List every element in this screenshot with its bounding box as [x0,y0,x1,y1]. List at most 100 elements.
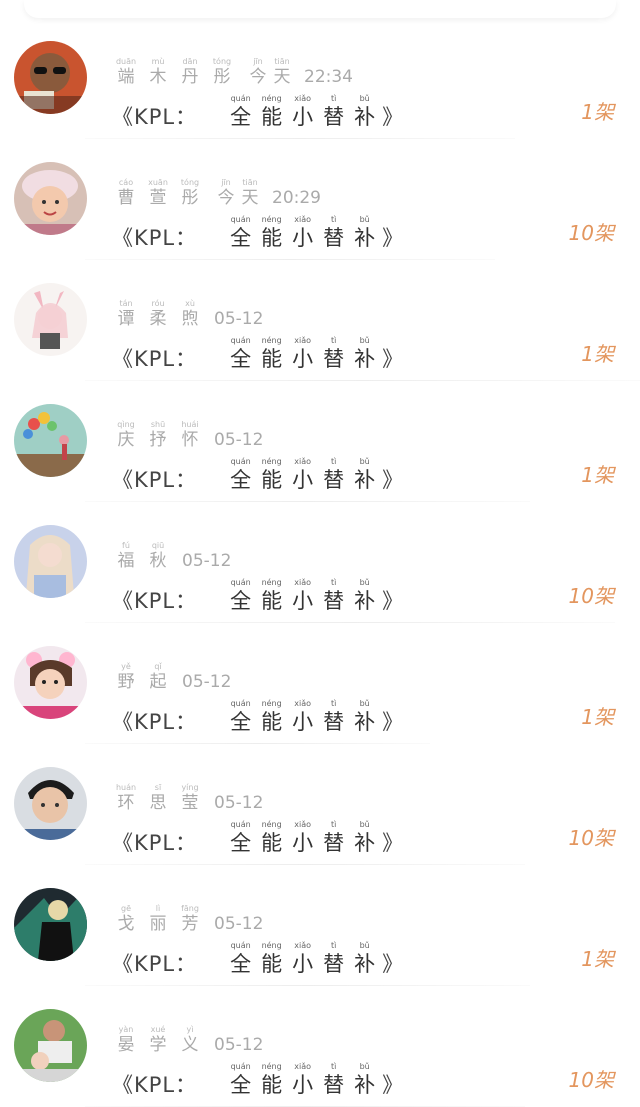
sender-name: huán 环 sī 思 yíng 莹 [110,783,206,814]
name-char: sī 思 [142,783,174,814]
title-char: quán 全 [225,336,256,372]
pinyin: róu [151,299,165,308]
pinyin: quán [230,336,251,345]
title-close: 》 [382,1073,404,1097]
hanzi: 全 [230,468,252,492]
list-item[interactable]: duān 端 mù 木 dān 丹 tóng 彤 jīn 今 tiān 天 22:34 《KPL： quán… [0,18,640,139]
hanzi: 补 [354,831,376,855]
gift-title: 《KPL： quán 全 néng 能 xiǎo 小 tì 替 bǔ 补》 [112,453,403,493]
pinyin: tiān [274,57,290,66]
time-text: 22:34 [304,67,353,87]
avatar-sunglasses[interactable] [14,41,87,114]
sender-meta: huán 环 sī 思 yíng 莹 05-12 [110,774,263,814]
name-char: mù 木 [142,57,174,88]
hanzi: 小 [292,226,314,250]
pinyin: yì [186,1025,194,1034]
hanzi: 庆 [117,430,135,450]
hanzi: 学 [149,1035,167,1055]
pinyin: xiǎo [294,215,312,224]
title-char: quán 全 [225,820,256,856]
name-char: qiū 秋 [142,541,174,572]
title-char: bǔ 补 [349,457,380,493]
hanzi: 全 [230,710,252,734]
hanzi: 补 [354,347,376,371]
title-char: quán 全 [225,457,256,493]
hanzi: 小 [292,589,314,613]
pinyin: quán [230,941,251,950]
avatar-baby-hat[interactable] [14,162,87,235]
timestamp: 05-12 [214,913,263,935]
hanzi: 能 [261,952,283,976]
pinyin: qìng [117,420,135,429]
title-char: néng 能 [256,820,287,856]
hanzi: 小 [292,105,314,129]
list-item[interactable]: yě 野 qǐ 起 05-12 《KPL： quán 全 néng 能 xiǎo 小 tì 替 bǔ 补》 1架 [0,623,640,744]
list-item[interactable]: huán 环 sī 思 yíng 莹 05-12 《KPL： quán 全 néng 能 xiǎo 小 tì… [0,744,640,865]
hanzi: 秋 [149,551,167,571]
hanzi: 曹 [117,188,135,208]
name-char: yíng 莹 [174,783,206,814]
name-char: yì 义 [174,1025,206,1056]
pinyin: gē [121,904,131,913]
name-char: xué 学 [142,1025,174,1056]
avatar-family[interactable] [14,1009,87,1082]
name-char: huái 怀 [174,420,206,451]
list-item[interactable]: yàn 晏 xué 学 yì 义 05-12 《KPL： quán 全 néng 能 xiǎo 小 tì 替 b… [0,986,640,1107]
hanzi: 小 [292,831,314,855]
time-text: 20:29 [272,188,321,208]
timestamp: jīn 今 tiān 天 20:29 [214,178,322,209]
title-char: tì 替 [318,457,349,493]
hanzi: 替 [323,589,345,613]
pinyin: xiǎo [294,578,312,587]
avatar-blonde[interactable] [14,525,87,598]
name-char: lì 丽 [142,904,174,935]
avatar-anime-dark[interactable] [14,888,87,961]
title-char: quán 全 [225,941,256,977]
gift-count: 1架 [581,463,614,487]
pinyin: néng [261,94,282,103]
gift-count: 10架 [568,826,614,850]
pinyin: néng [261,457,282,466]
list-item[interactable]: fú 福 qiū 秋 05-12 《KPL： quán 全 néng 能 xiǎo 小 tì 替 bǔ 补》 1… [0,502,640,623]
title-prefix: 《KPL： [112,710,198,734]
hanzi: 补 [354,468,376,492]
pinyin: néng [261,941,282,950]
avatar-anime-girl[interactable] [14,283,87,356]
hanzi: 天 [241,188,259,208]
gift-count: 1架 [581,705,614,729]
list-item[interactable]: gē 戈 lì 丽 fāng 芳 05-12 《KPL： quán 全 néng 能 xiǎo 小 tì 替 b… [0,865,640,986]
pinyin: xuān [148,178,168,187]
pinyin: bǔ [359,578,370,587]
title-char: xiǎo 小 [287,820,318,856]
hanzi: 义 [181,1035,199,1055]
pinyin: xù [185,299,195,308]
sender-name: gē 戈 lì 丽 fāng 芳 [110,904,206,935]
title-char: bǔ 补 [349,94,380,130]
title-char: quán 全 [225,1062,256,1098]
time-text: 05-12 [182,672,232,692]
pinyin: fú [122,541,130,550]
avatar-balloons[interactable] [14,404,87,477]
name-char: xuān 萱 [142,178,174,209]
title-prefix: 《KPL： [112,589,198,613]
title-char: xiǎo 小 [287,94,318,130]
pinyin: xué [150,1025,166,1034]
list-item[interactable]: qìng 庆 shū 抒 huái 怀 05-12 《KPL： quán 全 néng 能 xiǎo 小 t… [0,381,640,502]
avatar-boy[interactable] [14,767,87,840]
sender-name: duān 端 mù 木 dān 丹 tóng 彤 [110,57,238,88]
pinyin: bǔ [359,457,370,466]
hanzi: 全 [230,831,252,855]
avatar-child-filter[interactable] [14,646,87,719]
pinyin: huán [115,783,137,792]
list-item[interactable]: tán 谭 róu 柔 xù 煦 05-12 《KPL： quán 全 néng 能 xiǎo 小 tì 替 b… [0,260,640,381]
hanzi: 能 [261,468,283,492]
hanzi: 补 [354,1073,376,1097]
hanzi: 煦 [181,309,199,329]
pinyin: shū [150,420,166,429]
pinyin: xiǎo [294,820,312,829]
title-char: néng 能 [256,457,287,493]
hanzi: 替 [323,226,345,250]
sender-name: yě 野 qǐ 起 [110,662,174,693]
list-item[interactable]: cáo 曹 xuān 萱 tóng 彤 jīn 今 tiān 天 20:29 《KPL： quán 全 né… [0,139,640,260]
hanzi: 能 [261,226,283,250]
